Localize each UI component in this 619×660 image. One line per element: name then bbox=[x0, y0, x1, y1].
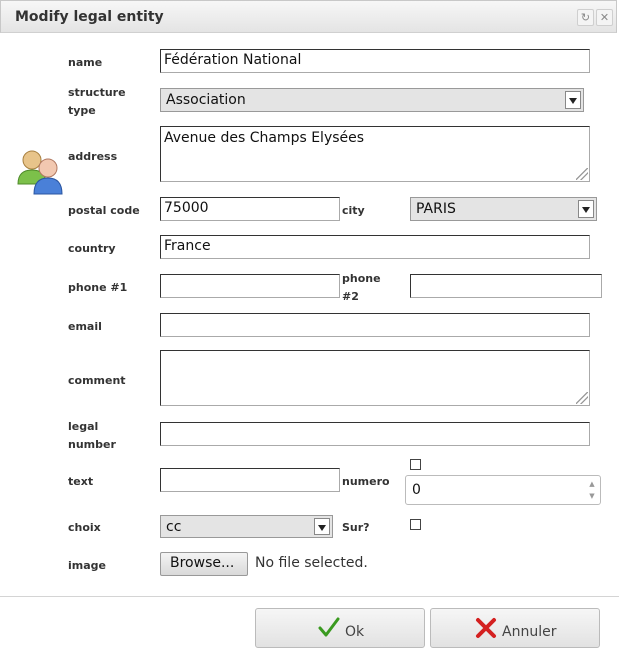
resize-grip-icon[interactable] bbox=[576, 168, 588, 180]
country-label: country bbox=[68, 242, 116, 255]
email-label: email bbox=[68, 320, 102, 333]
chevron-down-icon bbox=[565, 91, 581, 109]
legal-number-label-line2: number bbox=[68, 438, 116, 451]
city-label: city bbox=[342, 204, 365, 217]
structure-type-value: Association bbox=[166, 92, 246, 108]
numero-value: 0 bbox=[412, 482, 421, 498]
comment-label: comment bbox=[68, 374, 126, 387]
country-field[interactable]: France bbox=[160, 235, 590, 259]
dialog-titlebar: Modify legal entity ↻ ✕ bbox=[0, 0, 617, 33]
address-field[interactable]: Avenue des Champs Elysées bbox=[160, 126, 590, 182]
choix-select[interactable]: cc bbox=[160, 515, 333, 538]
address-value: Avenue des Champs Elysées bbox=[164, 130, 365, 146]
phone2-label: phone #2 bbox=[342, 270, 381, 306]
chevron-down-icon bbox=[314, 518, 330, 535]
email-field[interactable] bbox=[160, 313, 590, 337]
dialog-title: Modify legal entity bbox=[15, 9, 164, 25]
image-label: image bbox=[68, 559, 106, 572]
users-group-icon bbox=[15, 148, 65, 196]
address-label: address bbox=[68, 150, 118, 163]
refresh-icon[interactable]: ↻ bbox=[577, 9, 594, 26]
numero-spinner[interactable]: 0 ▲ ▼ bbox=[405, 475, 601, 505]
close-icon[interactable]: ✕ bbox=[596, 9, 613, 26]
phone2-label-line2: #2 bbox=[342, 290, 359, 303]
legal-number-field[interactable] bbox=[160, 422, 590, 446]
choix-label: choix bbox=[68, 521, 101, 534]
structure-type-label-line2: type bbox=[68, 104, 96, 117]
ok-label: Ok bbox=[345, 624, 365, 640]
phone1-label: phone #1 bbox=[68, 281, 128, 294]
legal-number-label-line1: legal bbox=[68, 420, 99, 433]
text-label: text bbox=[68, 475, 94, 488]
sur-label: Sur? bbox=[342, 521, 370, 534]
footer-divider bbox=[0, 596, 619, 597]
city-value: PARIS bbox=[416, 201, 456, 217]
phone1-field[interactable] bbox=[160, 274, 340, 298]
structure-type-label: structure type bbox=[68, 84, 126, 120]
cancel-label: Annuler bbox=[502, 624, 557, 640]
cross-icon bbox=[474, 616, 498, 644]
spinner-arrows-icon[interactable]: ▲ ▼ bbox=[586, 478, 598, 502]
phone2-field[interactable] bbox=[410, 274, 602, 298]
numero-checkbox[interactable] bbox=[410, 459, 421, 470]
comment-field[interactable] bbox=[160, 350, 590, 406]
structure-type-select[interactable]: Association bbox=[160, 88, 584, 112]
sur-checkbox[interactable] bbox=[410, 519, 421, 530]
name-label: name bbox=[68, 56, 103, 69]
cancel-button[interactable]: Annuler bbox=[430, 608, 600, 648]
checkmark-icon bbox=[318, 617, 340, 643]
structure-type-label-line1: structure bbox=[68, 86, 126, 99]
file-status: No file selected. bbox=[255, 555, 368, 571]
numero-label: numero bbox=[342, 475, 390, 488]
legal-number-label: legal number bbox=[68, 418, 116, 454]
postal-code-label: postal code bbox=[68, 204, 140, 217]
chevron-down-icon bbox=[578, 200, 594, 218]
resize-grip-icon[interactable] bbox=[576, 392, 588, 404]
choix-value: cc bbox=[166, 519, 182, 535]
text-field[interactable] bbox=[160, 468, 340, 492]
name-field[interactable]: Fédération National bbox=[160, 49, 590, 73]
city-select[interactable]: PARIS bbox=[410, 197, 597, 221]
ok-button[interactable]: Ok bbox=[255, 608, 425, 648]
postal-code-field[interactable]: 75000 bbox=[160, 197, 340, 221]
browse-button[interactable]: Browse... bbox=[160, 552, 248, 576]
phone2-label-line1: phone bbox=[342, 272, 381, 285]
